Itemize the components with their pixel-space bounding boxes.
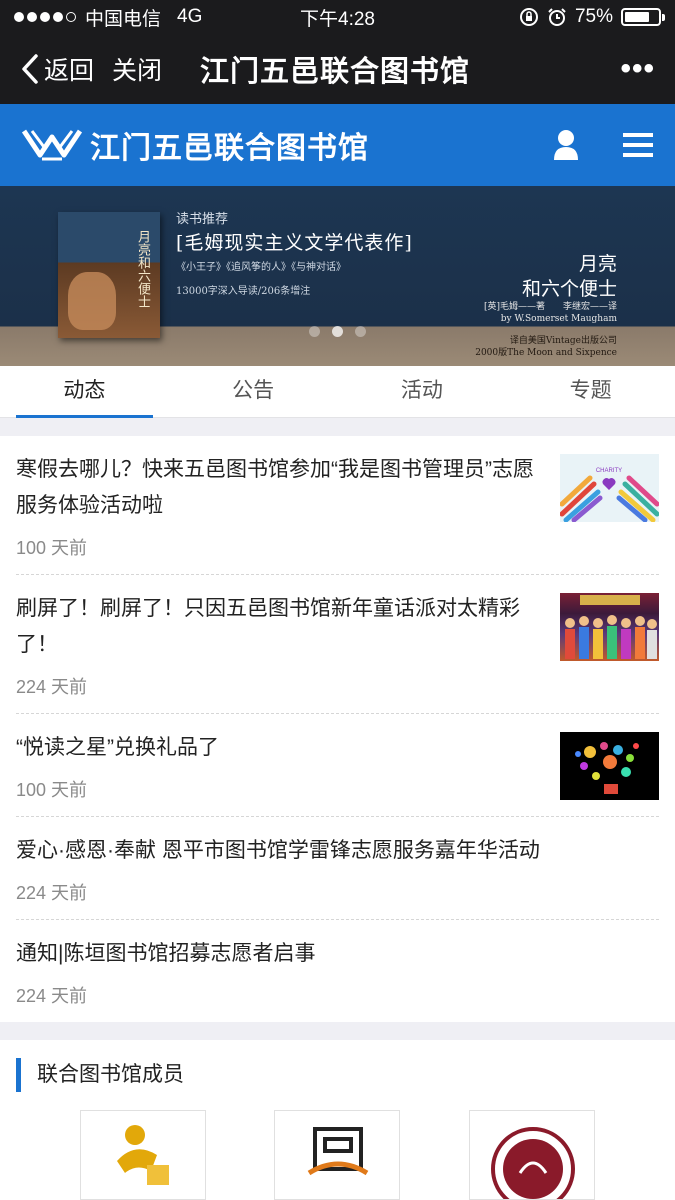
banner-publisher: 译自美国Vintage出版公司 2000版The Moon and Sixpen…: [475, 336, 617, 359]
battery-fill: [625, 12, 649, 22]
member-logo[interactable]: [468, 1110, 595, 1200]
news-time: 224 天前: [16, 677, 88, 697]
chevron-left-icon: [22, 54, 38, 84]
battery-icon: [621, 8, 665, 26]
battery-percent: 75%: [574, 6, 613, 27]
banner-author: [英]毛姆——著 李继宏——译 by W.Somerset Maugham: [484, 302, 617, 325]
member-logos: [16, 1110, 659, 1200]
member-logo[interactable]: [80, 1110, 207, 1200]
site-title[interactable]: 江门五邑联合图书馆: [90, 123, 369, 167]
tab-news[interactable]: 动态: [0, 366, 169, 418]
news-time: 100 天前: [16, 538, 88, 558]
header-actions: [553, 129, 653, 161]
banner-moon-title: 月亮 和六个便士: [522, 252, 617, 301]
news-thumbnail[interactable]: CHARITY: [560, 454, 659, 522]
banner-moon-line1: 月亮: [578, 253, 617, 275]
news-text: 爱心·感恩·奉献 恩平市图书馆学雷锋志愿服务嘉年华活动 224 天前: [16, 833, 659, 905]
news-time: 224 天前: [16, 883, 88, 903]
news-list: 寒假去哪儿？快来五邑图书馆参加“我是图书管理员”志愿服务体验活动啦 100 天前…: [0, 436, 675, 1022]
banner-author-line1: [英]毛姆——著 李继宏——译: [483, 302, 617, 312]
signal-icon: [14, 6, 79, 28]
close-button[interactable]: 关闭: [112, 51, 162, 87]
news-title: 刷屏了！刷屏了！只因五邑图书馆新年童话派对太精彩了！: [16, 597, 520, 656]
alarm-icon: [548, 8, 566, 26]
carousel-dots: [309, 326, 366, 337]
party-group-photo: [565, 595, 657, 659]
tab-bar: 动态 公告 活动 专题: [0, 366, 675, 418]
nav-bar: 返回 关闭 江门五邑联合图书馆 •••: [0, 34, 675, 104]
member-libraries-section: 联合图书馆成员: [0, 1040, 675, 1200]
banner-headline: [毛姆现实主义文学代表作]: [176, 232, 413, 254]
status-right: 75%: [519, 6, 665, 28]
banner-book-title: 月亮和六便士: [135, 230, 150, 308]
banner-books: 《小王子》《追风筝的人》《与神对话》: [176, 262, 346, 273]
news-text: 寒假去哪儿？快来五邑图书馆参加“我是图书管理员”志愿服务体验活动啦 100 天前: [16, 452, 542, 560]
square-emblem-logo: [308, 1127, 369, 1176]
news-title: “悦读之星”兑换礼品了: [16, 736, 219, 759]
menu-icon[interactable]: [623, 132, 653, 158]
carrier-label: 中国电信: [85, 8, 162, 30]
banner-recommend: 读书推荐: [176, 212, 229, 227]
news-text: “悦读之星”兑换礼品了 100 天前: [16, 730, 542, 802]
banner-carousel[interactable]: 月亮和六便士 读书推荐 [毛姆现实主义文学代表作] 《小王子》《追风筝的人》《与…: [0, 186, 675, 366]
news-time: 100 天前: [16, 780, 88, 800]
back-button[interactable]: 返回: [20, 51, 94, 87]
round-seal-logo: [490, 1127, 575, 1199]
news-item[interactable]: “悦读之星”兑换礼品了 100 天前: [16, 714, 659, 817]
banner-author-line2: by W.Somerset Maugham: [500, 313, 617, 324]
news-thumbnail[interactable]: [560, 593, 659, 661]
banner-book-portrait: [68, 272, 116, 330]
more-button[interactable]: •••: [620, 52, 655, 86]
tab-topics[interactable]: 专题: [506, 366, 675, 417]
news-item[interactable]: 刷屏了！刷屏了！只因五邑图书馆新年童话派对太精彩了！ 224 天前: [16, 575, 659, 714]
news-item[interactable]: 爱心·感恩·奉献 恩平市图书馆学雷锋志愿服务嘉年华活动 224 天前: [16, 817, 659, 920]
banner-pub-line2: 2000版The Moon and Sixpence: [475, 347, 617, 358]
tab-activities[interactable]: 活动: [338, 366, 507, 417]
news-item[interactable]: 通知|陈垣图书馆招募志愿者启事 224 天前: [16, 920, 659, 1022]
status-bar: 中国电信 4G 下午4:28 75%: [0, 0, 675, 34]
news-thumbnail[interactable]: [560, 732, 659, 800]
site-header: 江门五邑联合图书馆: [0, 104, 675, 186]
banner-pub-line1: 译自美国Vintage出版公司: [509, 336, 617, 346]
news-title: 通知|陈垣图书馆招募志愿者启事: [16, 942, 316, 965]
banner-words: 13000字深入导读/206条增注: [176, 286, 311, 297]
news-title: 寒假去哪儿？快来五邑图书馆参加“我是图书管理员”志愿服务体验活动啦: [16, 458, 534, 517]
carousel-dot[interactable]: [332, 326, 343, 337]
network-label: 4G: [177, 6, 203, 27]
status-left: 中国电信 4G: [14, 4, 202, 31]
back-label: 返回: [44, 57, 95, 85]
user-icon[interactable]: [553, 129, 579, 161]
banner-moon-line2: 和六个便士: [521, 277, 617, 300]
members-title: 联合图书馆成员: [16, 1058, 659, 1092]
library-logo-icon[interactable]: [22, 125, 82, 165]
carousel-dot[interactable]: [309, 326, 320, 337]
news-text: 刷屏了！刷屏了！只因五邑图书馆新年童话派对太精彩了！ 224 天前: [16, 591, 542, 699]
news-title: 爱心·感恩·奉献 恩平市图书馆学雷锋志愿服务嘉年华活动: [16, 839, 540, 862]
gold-figure-logo: [117, 1125, 170, 1185]
reading-star-image: [575, 742, 639, 794]
rotation-lock-icon: [519, 8, 538, 26]
nav-title: 江门五邑联合图书馆: [200, 56, 471, 88]
member-logo[interactable]: [274, 1110, 401, 1200]
news-item[interactable]: 寒假去哪儿？快来五邑图书馆参加“我是图书管理员”志愿服务体验活动啦 100 天前…: [16, 436, 659, 575]
charity-text: CHARITY: [596, 468, 622, 474]
news-time: 224 天前: [16, 986, 88, 1006]
news-text: 通知|陈垣图书馆招募志愿者启事 224 天前: [16, 936, 659, 1008]
carousel-dot[interactable]: [355, 326, 366, 337]
banner-book-cover: 月亮和六便士: [58, 212, 160, 338]
tab-announcements[interactable]: 公告: [169, 366, 338, 417]
charity-hands-image: CHARITY: [560, 468, 659, 522]
